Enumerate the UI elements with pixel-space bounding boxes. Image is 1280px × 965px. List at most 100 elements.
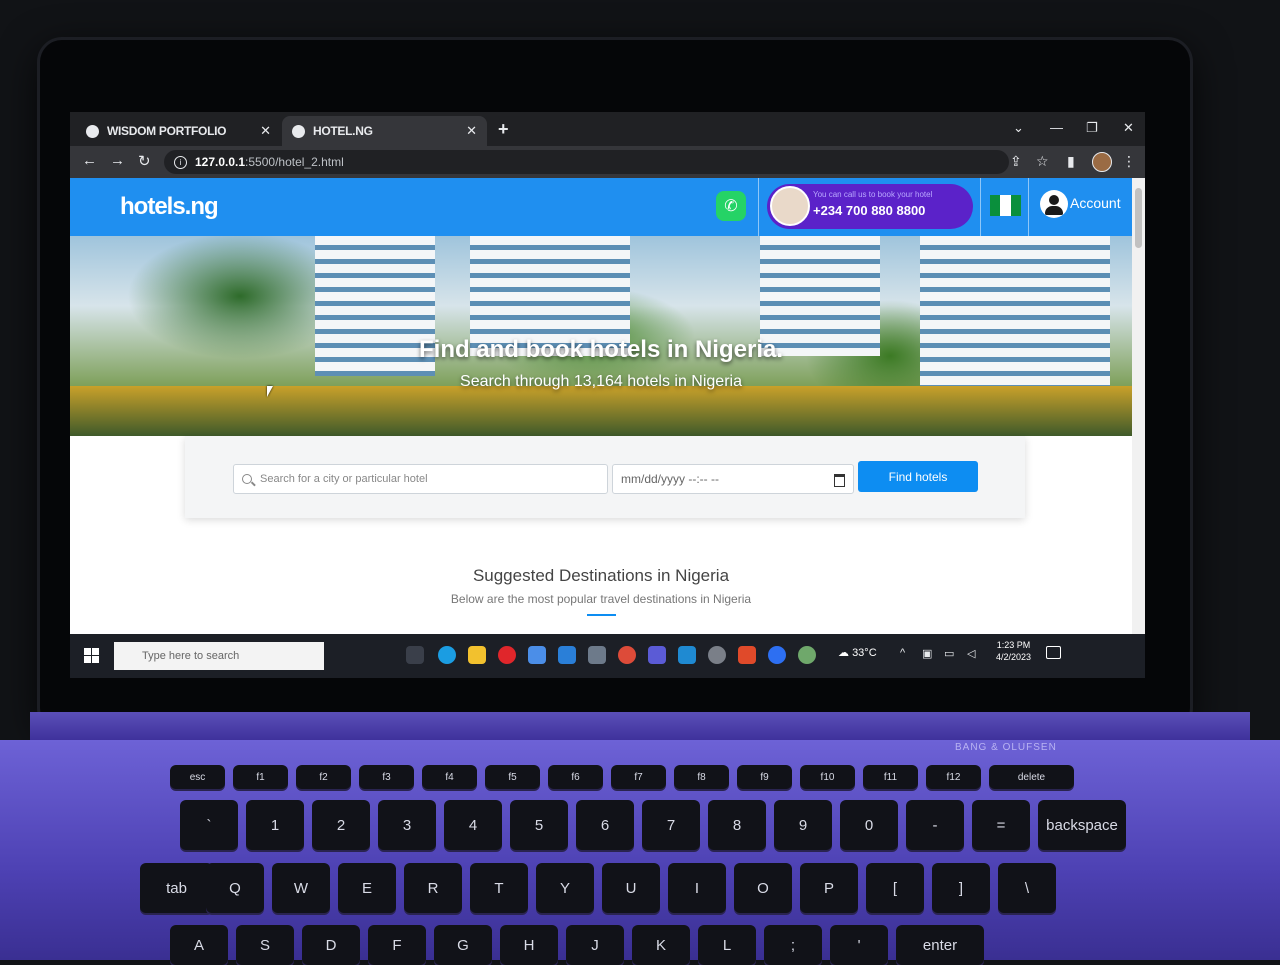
app-icon[interactable] xyxy=(648,646,666,664)
store-icon[interactable] xyxy=(528,646,546,664)
account-link[interactable]: Account xyxy=(1070,195,1121,211)
address-bar[interactable]: i 127.0.0.1 :5500/hotel_2.html xyxy=(164,150,1009,174)
account-icon[interactable] xyxy=(1040,190,1068,218)
key-f10[interactable]: f10 xyxy=(800,765,855,789)
minimize-icon[interactable]: — xyxy=(1050,120,1063,135)
weather-widget[interactable]: ☁ 33°C xyxy=(838,646,877,659)
opera-icon[interactable] xyxy=(498,646,516,664)
key-f1[interactable]: f1 xyxy=(233,765,288,789)
key-char[interactable]: K xyxy=(632,925,690,965)
close-icon[interactable]: ✕ xyxy=(466,123,477,139)
close-window-icon[interactable]: ✕ xyxy=(1123,120,1134,136)
side-panel-icon[interactable]: ▮ xyxy=(1067,153,1075,170)
settings-icon[interactable] xyxy=(708,646,726,664)
key-char[interactable]: 5 xyxy=(510,800,568,850)
chrome-icon[interactable] xyxy=(618,646,636,664)
key-char[interactable]: 8 xyxy=(708,800,766,850)
network-icon[interactable]: ▣ xyxy=(922,647,932,660)
key-char[interactable]: T xyxy=(470,863,528,913)
key-char[interactable]: 6 xyxy=(576,800,634,850)
key-char[interactable]: ` xyxy=(180,800,238,850)
key-char[interactable]: 2 xyxy=(312,800,370,850)
key-char[interactable]: - xyxy=(906,800,964,850)
key-char[interactable]: = xyxy=(972,800,1030,850)
taskbar-clock[interactable]: 1:23 PM 4/2/2023 xyxy=(996,639,1031,663)
key-f6[interactable]: f6 xyxy=(548,765,603,789)
date-time-input[interactable]: mm/dd/yyyy --:-- -- xyxy=(612,464,854,494)
key-enter[interactable]: enter xyxy=(896,925,984,965)
scrollbar-thumb[interactable] xyxy=(1135,188,1142,248)
key-char[interactable]: J xyxy=(566,925,624,965)
file-explorer-icon[interactable] xyxy=(468,646,486,664)
key-delete[interactable]: delete xyxy=(989,765,1074,789)
bookmark-star-icon[interactable]: ☆ xyxy=(1036,153,1049,170)
tray-chevron-icon[interactable]: ^ xyxy=(900,647,905,659)
key-f2[interactable]: f2 xyxy=(296,765,351,789)
key-char[interactable]: [ xyxy=(866,863,924,913)
calendar-icon[interactable] xyxy=(834,474,845,487)
tab-search-chevron-icon[interactable]: ⌄ xyxy=(1013,120,1024,136)
nigeria-flag-icon[interactable] xyxy=(990,195,1021,216)
app-icon[interactable] xyxy=(738,646,756,664)
key-char[interactable]: ] xyxy=(932,863,990,913)
menu-icon[interactable]: ⋮ xyxy=(1122,153,1136,170)
mail-icon[interactable] xyxy=(558,646,576,664)
vscode-icon[interactable] xyxy=(678,646,696,664)
key-char[interactable]: 9 xyxy=(774,800,832,850)
key-char[interactable]: W xyxy=(272,863,330,913)
page-scrollbar[interactable] xyxy=(1132,178,1145,634)
tab-hotel-ng[interactable]: HOTEL.NG ✕ xyxy=(282,116,487,146)
key-char[interactable]: H xyxy=(500,925,558,965)
key-char[interactable]: D xyxy=(302,925,360,965)
key-f7[interactable]: f7 xyxy=(611,765,666,789)
key-char[interactable]: 7 xyxy=(642,800,700,850)
windows-start-icon[interactable] xyxy=(84,648,99,663)
key-char[interactable]: F xyxy=(368,925,426,965)
share-icon[interactable]: ⇪ xyxy=(1010,153,1022,170)
key-f8[interactable]: f8 xyxy=(674,765,729,789)
profile-avatar[interactable] xyxy=(1092,152,1112,172)
key-char[interactable]: 4 xyxy=(444,800,502,850)
key-f11[interactable]: f11 xyxy=(863,765,918,789)
key-char[interactable]: 0 xyxy=(840,800,898,850)
tab-wisdom-portfolio[interactable]: WISDOM PORTFOLIO ✕ xyxy=(76,116,281,146)
key-char[interactable]: S xyxy=(236,925,294,965)
zoom-icon[interactable] xyxy=(768,646,786,664)
app-icon[interactable] xyxy=(798,646,816,664)
key-char[interactable]: P xyxy=(800,863,858,913)
key-char[interactable]: A xyxy=(170,925,228,965)
key-f3[interactable]: f3 xyxy=(359,765,414,789)
site-logo[interactable]: hotels.ng xyxy=(120,193,219,221)
key-char[interactable]: ' xyxy=(830,925,888,965)
battery-icon[interactable]: ▭ xyxy=(944,647,954,660)
key-f4[interactable]: f4 xyxy=(422,765,477,789)
new-tab-icon[interactable]: + xyxy=(498,119,509,140)
whatsapp-icon[interactable]: ✆ xyxy=(716,191,746,221)
volume-icon[interactable]: ◁ xyxy=(967,647,975,660)
key-esc[interactable]: esc xyxy=(170,765,225,789)
find-hotels-button[interactable]: Find hotels xyxy=(858,461,978,492)
close-icon[interactable]: ✕ xyxy=(260,123,271,139)
key-char[interactable]: I xyxy=(668,863,726,913)
key-char[interactable]: 3 xyxy=(378,800,436,850)
camera-icon[interactable] xyxy=(588,646,606,664)
key-char[interactable]: \ xyxy=(998,863,1056,913)
edge-icon[interactable] xyxy=(438,646,456,664)
task-view-icon[interactable] xyxy=(406,646,424,664)
key-char[interactable]: 1 xyxy=(246,800,304,850)
reload-icon[interactable]: ↻ xyxy=(138,152,151,170)
key-char[interactable]: U xyxy=(602,863,660,913)
key-char[interactable]: Q xyxy=(206,863,264,913)
key-char[interactable]: E xyxy=(338,863,396,913)
forward-icon[interactable]: → xyxy=(110,152,125,169)
taskbar-search-box[interactable]: Type here to search xyxy=(114,642,324,670)
key-backspace[interactable]: backspace xyxy=(1038,800,1126,850)
restore-icon[interactable]: ❐ xyxy=(1086,120,1098,136)
hotel-search-input[interactable]: Search for a city or particular hotel xyxy=(233,464,608,494)
key-char[interactable]: L xyxy=(698,925,756,965)
key-char[interactable]: G xyxy=(434,925,492,965)
key-tab[interactable]: tab xyxy=(140,863,213,913)
key-f9[interactable]: f9 xyxy=(737,765,792,789)
key-f12[interactable]: f12 xyxy=(926,765,981,789)
info-icon[interactable]: i xyxy=(174,155,187,169)
